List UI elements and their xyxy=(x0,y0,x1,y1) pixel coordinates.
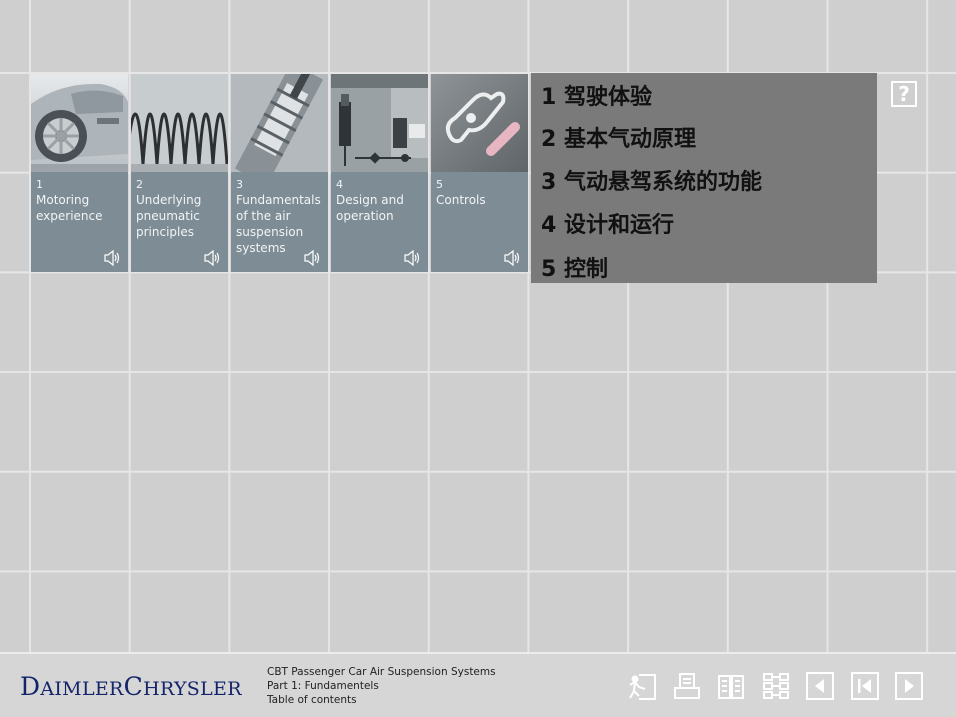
overlay-item-3: 3 气动悬驾系统的功能 xyxy=(541,170,762,195)
course-title: CBT Passenger Car Air Suspension Systems xyxy=(267,666,496,678)
module-tile-2[interactable]: 2 Underlying pneumatic principles xyxy=(131,74,228,272)
module-title: Underlying pneumatic principles xyxy=(136,193,202,239)
overlay-item-2: 2 基本气动原理 xyxy=(541,127,696,152)
help-button[interactable]: ? xyxy=(891,81,917,107)
overlay-item-1: 1 驾驶体验 xyxy=(541,85,652,110)
course-info: CBT Passenger Car Air Suspension Systems… xyxy=(267,665,496,707)
car-photo xyxy=(31,74,128,172)
footer-bar: DAIMLERCHRYSLER CBT Passenger Car Air Su… xyxy=(0,652,956,717)
speaker-icon[interactable] xyxy=(404,250,422,266)
module-tile-4[interactable]: 4 Design and operation xyxy=(331,74,428,272)
controls-switch-photo xyxy=(431,74,528,172)
air-strut-photo xyxy=(231,74,328,172)
module-tile-3[interactable]: 3 Fundamentals of the air suspension sys… xyxy=(231,74,328,272)
schematic-photo xyxy=(331,74,428,172)
speaker-icon[interactable] xyxy=(204,250,222,266)
daimlerchrysler-logo: DAIMLERCHRYSLER xyxy=(20,672,242,701)
module-title: Controls xyxy=(436,193,486,207)
exit-icon[interactable] xyxy=(627,671,657,701)
module-number: 4 xyxy=(336,178,343,191)
sitemap-icon[interactable] xyxy=(761,671,791,701)
translation-overlay: 1 驾驶体验 2 基本气动原理 3 气动悬驾系统的功能 4 设计和运行 5 控制 xyxy=(531,73,877,283)
glossary-icon[interactable] xyxy=(716,671,746,701)
next-icon[interactable] xyxy=(894,671,924,701)
module-number: 5 xyxy=(436,178,443,191)
course-part: Part 1: Fundamentels xyxy=(267,680,379,692)
module-tile-1[interactable]: 1 Motoring experience xyxy=(31,74,128,272)
previous-icon[interactable] xyxy=(805,671,835,701)
content-stage: 1 Motoring experience 2 Underlying pneum… xyxy=(0,0,956,652)
module-number: 2 xyxy=(136,178,143,191)
print-icon[interactable] xyxy=(672,671,702,701)
spring-photo xyxy=(131,74,228,172)
module-title: Fundamentals of the air suspension syste… xyxy=(236,193,321,255)
module-tile-5[interactable]: 5 Controls xyxy=(431,74,528,272)
speaker-icon[interactable] xyxy=(304,250,322,266)
first-page-icon[interactable] xyxy=(850,671,880,701)
overlay-item-4: 4 设计和运行 xyxy=(541,213,674,238)
page-title: Table of contents xyxy=(267,694,357,706)
navigation-bar xyxy=(627,671,924,701)
module-title: Design and operation xyxy=(336,193,404,223)
overlay-item-5: 5 控制 xyxy=(541,257,608,282)
module-number: 1 xyxy=(36,178,43,191)
speaker-icon[interactable] xyxy=(104,250,122,266)
module-title: Motoring experience xyxy=(36,193,103,223)
speaker-icon[interactable] xyxy=(504,250,522,266)
module-tiles: 1 Motoring experience 2 Underlying pneum… xyxy=(31,74,528,272)
module-number: 3 xyxy=(236,178,243,191)
